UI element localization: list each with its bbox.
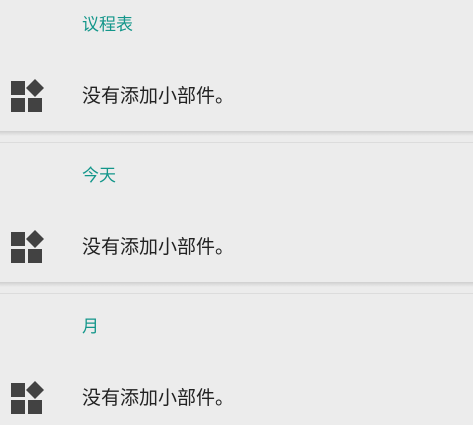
section-divider bbox=[0, 131, 473, 151]
empty-widgets-row[interactable]: 没有添加小部件。 bbox=[0, 362, 473, 425]
section-divider bbox=[0, 282, 473, 302]
widget-settings-screen: 议程表 没有添加小部件。 今天 没有添加小部件。 月 没有添加小部件。 bbox=[0, 0, 473, 425]
section-title: 今天 bbox=[82, 166, 116, 186]
widgets-icon bbox=[11, 381, 44, 414]
empty-widgets-text: 没有添加小部件。 bbox=[82, 236, 235, 258]
section-today: 今天 没有添加小部件。 bbox=[0, 151, 473, 282]
widgets-icon bbox=[11, 79, 44, 112]
widgets-icon bbox=[11, 230, 44, 263]
empty-widgets-row[interactable]: 没有添加小部件。 bbox=[0, 211, 473, 281]
empty-widgets-text: 没有添加小部件。 bbox=[82, 85, 235, 107]
section-agenda: 议程表 没有添加小部件。 bbox=[0, 0, 473, 131]
empty-widgets-text: 没有添加小部件。 bbox=[82, 387, 235, 409]
empty-widgets-row[interactable]: 没有添加小部件。 bbox=[0, 60, 473, 130]
section-month: 月 没有添加小部件。 bbox=[0, 302, 473, 425]
section-title: 月 bbox=[82, 317, 99, 337]
section-title: 议程表 bbox=[82, 15, 133, 35]
